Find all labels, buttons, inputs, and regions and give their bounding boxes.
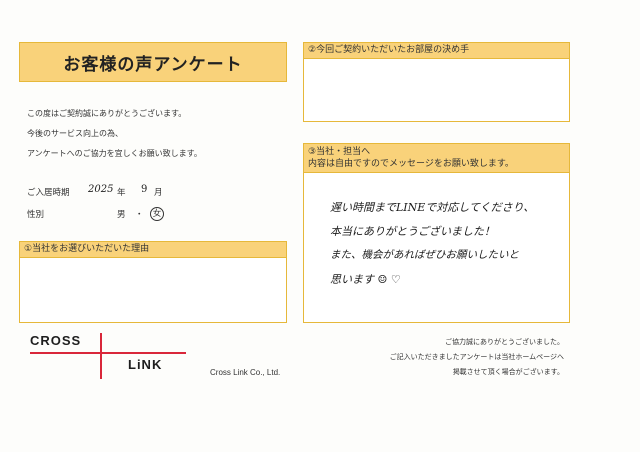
move-in-label: ご入居時期 bbox=[27, 188, 70, 198]
move-in-year: 2025 bbox=[88, 184, 114, 195]
logo-text-top: CROSS bbox=[30, 333, 82, 348]
gender-male: 男 bbox=[117, 210, 126, 220]
intro-line-3: アンケートへのご協力を宜しくお願い致します。 bbox=[27, 149, 202, 158]
footer-line-1: ご協力誠にありがとうございました。 bbox=[445, 338, 564, 346]
footer-line-3: 掲載させて頂く場合がございます。 bbox=[452, 368, 564, 376]
footer-line-2: ご記入いただきましたアンケートは当社ホームページへ bbox=[389, 353, 564, 361]
intro-line-1: この度はご契約誠にありがとうございます。 bbox=[27, 109, 187, 118]
gender-label: 性別 bbox=[27, 210, 45, 220]
section3-heading-line1: ③当社・担当へ bbox=[308, 147, 371, 157]
message-line-1: 遅い時間までLINEで対応してくださり、 bbox=[330, 201, 535, 214]
section3-heading-line2: 内容は自由ですのでメッセージをお願い致します。 bbox=[308, 159, 514, 169]
company-name: Cross Link Co., Ltd. bbox=[210, 368, 281, 377]
message-line-3: また、機会があればぜひお願いしたいと bbox=[330, 249, 519, 261]
logo-vertical-line bbox=[100, 333, 102, 379]
company-logo: CROSS LiNK bbox=[30, 333, 190, 381]
message-line-2: 本当にありがとうございました！ bbox=[330, 225, 495, 238]
section1-box: ①当社をお選びいただいた理由 bbox=[19, 241, 287, 323]
section3-heading: ③当社・担当へ 内容は自由ですのでメッセージをお願い致します。 bbox=[304, 144, 569, 173]
section1-heading: ①当社をお選びいただいた理由 bbox=[20, 242, 286, 258]
month-unit: 月 bbox=[154, 188, 163, 198]
gender-separator: ・ bbox=[135, 210, 144, 220]
message-line-4: 思います ☺ ♡ bbox=[330, 273, 401, 286]
section2-heading: ②今回ご契約いただいたお部屋の決め手 bbox=[304, 43, 569, 59]
survey-title: お客様の声アンケート bbox=[19, 42, 287, 82]
intro-line-2: 今後のサービス向上の為、 bbox=[27, 129, 123, 138]
move-in-month: 9 bbox=[141, 184, 148, 195]
section2-box: ②今回ご契約いただいたお部屋の決め手 bbox=[303, 42, 570, 122]
logo-text-bottom: LiNK bbox=[128, 357, 163, 372]
year-unit: 年 bbox=[117, 188, 126, 198]
gender-female-circled: 女 bbox=[150, 207, 164, 221]
logo-horizontal-line bbox=[30, 352, 186, 354]
